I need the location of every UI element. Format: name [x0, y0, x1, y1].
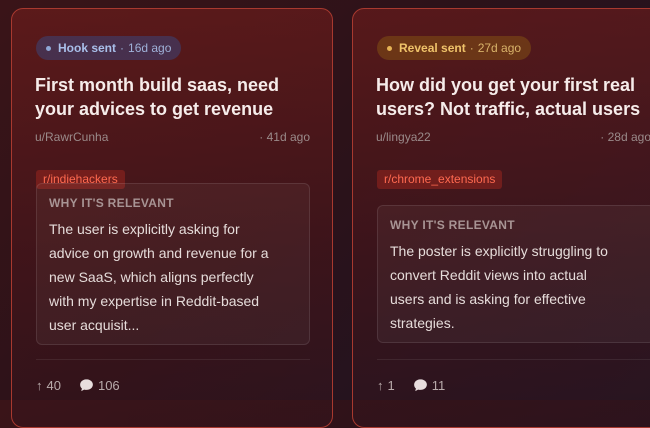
- arrow-up-icon: ↑: [36, 378, 43, 393]
- post-title-line: First month build saas, need: [35, 75, 280, 95]
- comment-count[interactable]: 11: [413, 378, 446, 393]
- separator: ·: [120, 41, 125, 55]
- upvote-value: 1: [387, 378, 395, 393]
- status-label: Reveal sent: [399, 41, 466, 55]
- status-label: Hook sent: [58, 41, 117, 55]
- relevance-line: user acquisit...: [49, 317, 140, 333]
- post-stats: ↑ 1 11: [377, 378, 463, 393]
- status-badge: Hook sent · 16d ago: [36, 36, 182, 60]
- upvote-count[interactable]: ↑ 40: [36, 378, 61, 393]
- status-age: 16d ago: [128, 41, 172, 55]
- subreddit-tag[interactable]: r/chrome_extensions: [377, 170, 503, 189]
- comment-count[interactable]: 106: [79, 378, 120, 393]
- relevance-line: The poster is explicitly struggling to: [390, 243, 608, 259]
- separator: ·: [469, 41, 474, 55]
- relevance-heading: WHY IT'S RELEVANT: [390, 218, 515, 232]
- relevance-line: strategies.: [390, 315, 455, 331]
- relevance-box: WHY IT'S RELEVANT The user is explicitly…: [36, 183, 310, 345]
- post-title-line: your advices to get revenue: [35, 99, 274, 119]
- upvote-count[interactable]: ↑ 1: [377, 378, 395, 393]
- comment-value: 11: [431, 378, 446, 393]
- divider: [377, 359, 650, 360]
- author-link[interactable]: u/lingya22: [376, 130, 431, 144]
- status-badge: Reveal sent · 27d ago: [377, 36, 532, 60]
- relevance-line: new SaaS, which aligns perfectly: [49, 269, 254, 285]
- relevance-line: with my expertise in Reddit-based: [49, 293, 260, 309]
- upvote-value: 40: [46, 378, 61, 393]
- post-card[interactable]: Hook sent · 16d ago First month build sa…: [11, 8, 333, 428]
- dot-icon: [46, 45, 51, 51]
- comment-value: 106: [97, 378, 120, 393]
- dot-icon: [387, 45, 392, 51]
- post-title-line: How did you get your first real: [376, 75, 636, 95]
- post-stats: ↑ 40 106: [36, 378, 138, 393]
- status-age: 27d ago: [477, 41, 522, 55]
- speech-bubble-icon: [79, 378, 94, 393]
- relevance-text: The user is explicitly asking for advice…: [49, 217, 297, 337]
- relevance-line: convert Reddit views into actual: [390, 267, 587, 283]
- divider: [36, 359, 310, 360]
- relevance-heading: WHY IT'S RELEVANT: [49, 196, 174, 210]
- relevance-line: The user is explicitly asking for: [49, 221, 240, 237]
- post-card[interactable]: Reveal sent · 27d ago How did you get yo…: [352, 8, 650, 428]
- post-title-line: users? Not traffic, actual users: [376, 99, 641, 119]
- speech-bubble-icon: [413, 378, 428, 393]
- relevance-text: The poster is explicitly struggling to c…: [390, 239, 642, 335]
- post-time: · 41d ago: [259, 130, 310, 144]
- post-time: · 28d ago: [600, 130, 650, 144]
- relevance-line: users and is asking for effective: [390, 291, 586, 307]
- post-title[interactable]: How did you get your first real users? N…: [376, 73, 650, 121]
- arrow-up-icon: ↑: [377, 378, 384, 393]
- author-link[interactable]: u/RawrCunha: [35, 130, 108, 144]
- relevance-box: WHY IT'S RELEVANT The poster is explicit…: [377, 205, 650, 343]
- post-title[interactable]: First month build saas, need your advice…: [35, 73, 335, 121]
- relevance-line: advice on growth and revenue for a: [49, 245, 269, 261]
